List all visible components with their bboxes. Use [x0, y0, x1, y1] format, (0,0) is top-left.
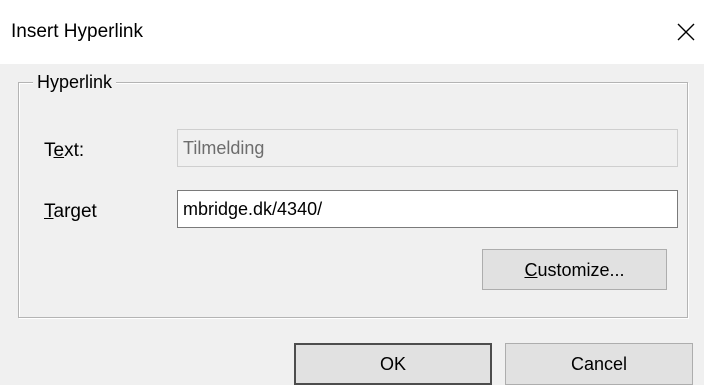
- target-label-part: arget: [53, 201, 97, 222]
- title-bar: Insert Hyperlink: [0, 0, 704, 64]
- customize-button[interactable]: Customize...: [482, 249, 667, 290]
- dialog-title: Insert Hyperlink: [11, 21, 143, 42]
- text-label: Text:: [44, 139, 84, 163]
- cancel-button[interactable]: Cancel: [505, 343, 693, 385]
- close-button[interactable]: [668, 14, 704, 50]
- text-label-mnemonic: e: [53, 140, 65, 161]
- ok-button[interactable]: OK: [294, 343, 492, 385]
- text-label-part: T: [44, 140, 54, 161]
- target-input[interactable]: [177, 190, 678, 228]
- customize-label: ustomize...: [537, 259, 625, 280]
- groupbox-legend: Hyperlink: [33, 70, 117, 94]
- customize-mnemonic: C: [524, 259, 538, 280]
- text-input[interactable]: [177, 129, 678, 167]
- text-label-part: xt:: [64, 140, 85, 161]
- target-label: Target: [44, 200, 97, 224]
- target-label-mnemonic: T: [44, 201, 54, 222]
- close-icon: [677, 23, 695, 41]
